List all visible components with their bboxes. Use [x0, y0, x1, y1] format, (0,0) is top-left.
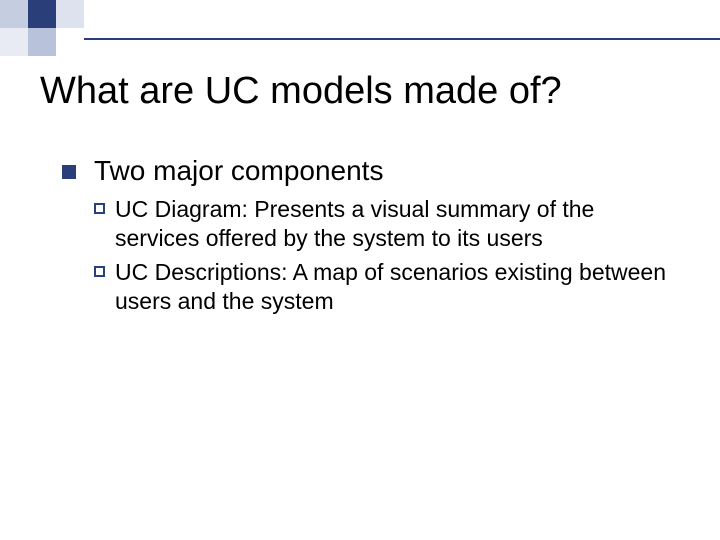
deco-square	[0, 28, 28, 56]
deco-square	[56, 0, 84, 28]
corner-decoration	[0, 0, 115, 55]
header-divider	[84, 38, 720, 40]
list-item: UC Diagram: Presents a visual summary of…	[94, 195, 670, 254]
bullet-filled-icon	[62, 165, 76, 179]
bullet-hollow-icon	[94, 266, 105, 277]
bullet-hollow-icon	[94, 203, 105, 214]
item-text: UC Diagram: Presents a visual summary of…	[115, 195, 670, 254]
list-item: UC Descriptions: A map of scenarios exis…	[94, 258, 670, 317]
heading-text: Two major components	[94, 155, 383, 187]
deco-square	[28, 0, 56, 28]
sublist: UC Diagram: Presents a visual summary of…	[94, 195, 670, 317]
page-title: What are UC models made of?	[40, 70, 562, 113]
content-area: Two major components UC Diagram: Present…	[62, 155, 670, 321]
deco-square	[0, 0, 28, 28]
item-text: UC Descriptions: A map of scenarios exis…	[115, 258, 670, 317]
list-item: Two major components	[62, 155, 670, 187]
deco-square	[28, 28, 56, 56]
